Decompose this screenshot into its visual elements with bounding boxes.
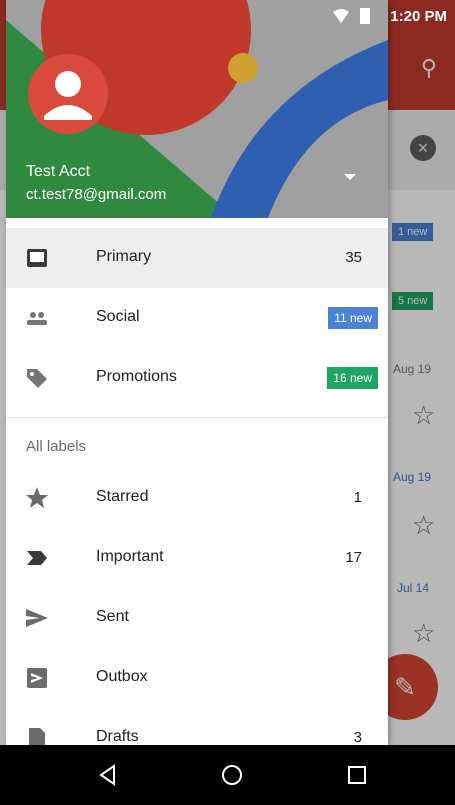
drawer-item-label: Sent	[96, 608, 129, 625]
drawer-item-count: 3	[353, 729, 362, 745]
back-icon[interactable]	[96, 763, 120, 787]
drawer-item-important[interactable]: Important 17	[6, 528, 388, 588]
outbox-icon	[27, 668, 47, 688]
divider	[6, 417, 388, 418]
inbox-icon	[27, 249, 47, 267]
navigation-drawer: Test Acct ct.test78@gmail.com Primary 35…	[6, 0, 388, 745]
drawer-item-label: Social	[96, 308, 140, 325]
drawer-item-label: Starred	[96, 488, 149, 505]
drawer-item-social[interactable]: Social 11 new	[6, 288, 388, 348]
drawer-item-promotions[interactable]: Promotions 16 new	[6, 348, 388, 408]
drawer-item-label: Important	[96, 548, 164, 565]
account-header[interactable]: Test Acct ct.test78@gmail.com	[6, 0, 388, 218]
account-email: ct.test78@gmail.com	[26, 186, 167, 203]
social-new-badge: 11 new	[328, 307, 378, 329]
account-name: Test Acct	[26, 163, 91, 180]
draft-icon	[29, 728, 45, 745]
drawer-item-label: Outbox	[96, 668, 148, 685]
drawer-item-primary[interactable]: Primary 35	[6, 228, 388, 288]
drawer-item-drafts[interactable]: Drafts 3	[6, 708, 388, 745]
section-header-all-labels: All labels	[26, 438, 87, 455]
tag-icon	[27, 369, 47, 388]
drawer-item-sent[interactable]: Sent	[6, 588, 388, 648]
drawer-item-label: Primary	[96, 248, 152, 265]
system-navigation-bar	[0, 745, 455, 805]
drawer-item-outbox[interactable]: Outbox	[6, 648, 388, 708]
drawer-item-starred[interactable]: Starred 1	[6, 468, 388, 528]
recents-icon[interactable]	[345, 763, 369, 787]
drawer-item-count: 1	[353, 489, 362, 506]
drawer-item-count: 17	[345, 549, 362, 566]
wifi-icon	[333, 9, 349, 23]
battery-icon	[360, 8, 370, 24]
send-icon	[26, 609, 48, 627]
people-icon	[27, 312, 47, 325]
drawer-item-count: 35	[345, 249, 362, 266]
important-icon	[27, 551, 47, 565]
status-time: 1:20 PM	[390, 8, 447, 25]
avatar-icon[interactable]	[28, 54, 108, 134]
home-icon[interactable]	[220, 763, 244, 787]
status-bar: 1:20 PM	[0, 0, 455, 32]
drawer-item-label: Promotions	[96, 368, 177, 385]
drawer-item-label: Drafts	[96, 728, 139, 745]
promotions-new-badge: 16 new	[327, 367, 378, 389]
chevron-down-icon[interactable]	[344, 174, 356, 180]
star-icon	[26, 487, 48, 508]
